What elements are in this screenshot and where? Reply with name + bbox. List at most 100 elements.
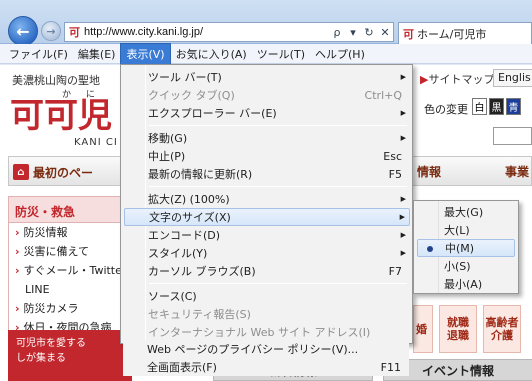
menu-item-full-screen[interactable]: 全画面表示(F) F11: [123, 358, 409, 376]
forward-button[interactable]: →: [41, 21, 61, 41]
text-size-smallest[interactable]: 最小(A): [417, 275, 515, 293]
sitemap-label: サイトマップ: [428, 73, 495, 86]
sitemap-link[interactable]: ▶サイトマップ: [420, 71, 494, 87]
promo-banner[interactable]: 可児市を愛する しが集まる: [8, 330, 132, 381]
menu-item-encoding[interactable]: エンコード(D) ▶: [124, 226, 410, 244]
menu-item-go-to[interactable]: 移動(G) ▶: [124, 129, 410, 147]
nav-first-visit[interactable]: ⌂ 最初のペー: [13, 162, 93, 182]
menu-item-style[interactable]: スタイル(Y) ▶: [124, 244, 410, 262]
menu-item-label: 文字のサイズ(X): [149, 211, 231, 224]
color-change-label: 色の変更: [424, 103, 468, 116]
menu-item-security-report: セキュリティ報告(S): [124, 305, 410, 323]
address-bar[interactable]: 可 http://www.city.kani.lg.jp/ ρ ▾ ↻ ✕: [64, 22, 394, 42]
tab-title: ホーム/可児市: [417, 27, 487, 41]
logo-text: 可児: [44, 96, 112, 136]
menu-item-shortcut: Ctrl+Q: [364, 88, 402, 102]
list-item[interactable]: 防災カメラ: [9, 299, 131, 318]
color-blue-button[interactable]: 青: [506, 98, 521, 115]
menu-item-label: 最新の情報に更新(R): [148, 168, 253, 181]
text-size-largest[interactable]: 最大(G): [417, 203, 515, 221]
home-icon: ⌂: [13, 164, 29, 180]
menu-item-shortcut: F11: [380, 360, 401, 374]
site-logo[interactable]: 可可児: [10, 99, 112, 133]
menu-separator: [149, 186, 407, 187]
forward-arrow-icon: →: [46, 24, 56, 38]
disaster-title: 防災・救急: [9, 197, 131, 223]
card-elderly-care[interactable]: 高齢者 介護: [483, 305, 521, 353]
back-button[interactable]: ←: [8, 16, 38, 46]
menu-item-toolbars[interactable]: ツール バー(T) ▶: [124, 68, 410, 86]
menu-separator: [149, 283, 407, 284]
menu-tools[interactable]: ツール(T): [252, 44, 310, 64]
menu-help[interactable]: ヘルプ(H): [310, 44, 370, 64]
menu-item-label: 全画面表示(F): [147, 361, 217, 374]
browser-toolbar: ← → 可 http://www.city.kani.lg.jp/ ρ ▾ ↻ …: [0, 0, 532, 46]
menu-item-label: 最小(A): [444, 278, 483, 291]
menu-item-label: インターナショナル Web サイト アドレス(I): [148, 326, 371, 339]
english-link[interactable]: Englis: [493, 69, 532, 87]
text-size-smaller[interactable]: 小(S): [417, 257, 515, 275]
color-white-button[interactable]: 白: [472, 98, 487, 115]
menu-item-explorer-bars[interactable]: エクスプローラー バー(E) ▶: [124, 104, 410, 122]
text-size-larger[interactable]: 大(L): [417, 221, 515, 239]
menu-item-label: クイック タブ(Q): [148, 89, 235, 102]
menu-item-caret-browsing[interactable]: カーソル ブラウズ(B) F7: [124, 262, 410, 280]
menu-item-label: ソース(C): [148, 290, 197, 303]
menu-item-label: カーソル ブラウズ(B): [148, 265, 256, 278]
menu-edit[interactable]: 編集(E): [73, 44, 121, 64]
stop-icon[interactable]: ✕: [377, 26, 393, 39]
submenu-arrow-icon: ▶: [399, 213, 405, 221]
card-employment[interactable]: 就職 退職: [439, 305, 477, 353]
menu-item-label: Web ページのプライバシー ポリシー(V)...: [147, 343, 359, 356]
tab-favicon-icon: 可: [403, 27, 414, 41]
submenu-arrow-icon: ▶: [400, 73, 406, 81]
url-text[interactable]: http://www.city.kani.lg.jp/: [84, 26, 329, 38]
browser-tab[interactable]: 可 ホーム/可児市: [398, 22, 532, 44]
menu-bar: ファイル(F) 編集(E) 表示(V) お気に入り(A) ツール(T) ヘルプ(…: [0, 42, 532, 65]
menu-item-text-size[interactable]: 文字のサイズ(X) ▶: [124, 208, 410, 226]
submenu-arrow-icon: ▶: [400, 231, 406, 239]
life-event-cards: 婚 就職 退職 高齢者 介護: [413, 305, 521, 353]
menu-item-source[interactable]: ソース(C): [124, 287, 410, 305]
menu-item-label: 最大(G): [444, 206, 484, 219]
menu-item-stop[interactable]: 中止(P) Esc: [124, 147, 410, 165]
menu-item-shortcut: F7: [388, 264, 402, 278]
menu-item-label: 移動(G): [148, 132, 188, 145]
menu-item-quick-tabs: クイック タブ(Q) Ctrl+Q: [124, 86, 410, 104]
menu-item-label: 大(L): [444, 224, 470, 237]
nav-info[interactable]: 情報: [417, 163, 441, 180]
menu-view[interactable]: 表示(V): [120, 42, 171, 65]
submenu-arrow-icon: ▶: [400, 134, 406, 142]
menu-item-zoom[interactable]: 拡大(Z) (100%) ▶: [124, 190, 410, 208]
menu-item-label: エンコード(D): [148, 229, 221, 242]
list-item[interactable]: 災害に備えて: [9, 242, 131, 261]
site-favicon-icon: 可: [69, 26, 80, 39]
menu-separator: [149, 125, 407, 126]
menu-favorites[interactable]: お気に入り(A): [171, 44, 252, 64]
card-marriage[interactable]: 婚: [413, 305, 433, 353]
back-arrow-icon: ←: [16, 21, 30, 41]
menu-file[interactable]: ファイル(F): [4, 44, 73, 64]
refresh-icon[interactable]: ↻: [361, 26, 377, 39]
list-item[interactable]: LINE: [9, 280, 131, 299]
logo-english: KANI CI: [74, 137, 118, 148]
menu-item-refresh[interactable]: 最新の情報に更新(R) F5: [124, 165, 410, 183]
banner-text: 可児市を愛する: [16, 338, 86, 349]
site-search-input[interactable]: [493, 127, 532, 145]
menu-item-label: 拡大(Z) (100%): [148, 193, 230, 206]
menu-item-label: スタイル(Y): [148, 247, 208, 260]
menu-item-label: 小(S): [444, 260, 471, 273]
dropdown-icon[interactable]: ▾: [345, 26, 361, 39]
list-item[interactable]: 防災情報: [9, 223, 131, 242]
menu-item-label: ツール バー(T): [148, 71, 222, 84]
submenu-arrow-icon: ▶: [400, 249, 406, 257]
menu-item-label: セキュリティ報告(S): [148, 308, 251, 321]
text-size-medium[interactable]: 中(M): [417, 239, 515, 257]
search-icon[interactable]: ρ: [329, 26, 345, 39]
list-item[interactable]: すぐメール・Twitte: [9, 261, 131, 280]
menu-item-privacy-policy[interactable]: Web ページのプライバシー ポリシー(V)...: [123, 340, 409, 358]
color-black-button[interactable]: 黒: [489, 98, 504, 115]
nav-business[interactable]: 事業: [505, 163, 529, 180]
logo-mark: 可: [10, 96, 44, 136]
site-tagline: 美濃桃山陶の聖地: [12, 74, 100, 87]
